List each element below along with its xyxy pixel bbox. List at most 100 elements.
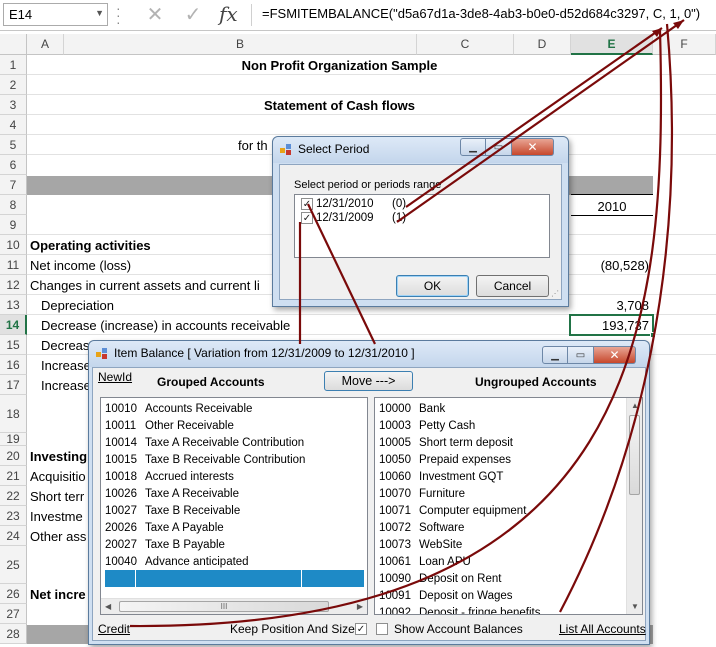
ungrouped-accounts-list[interactable]: 10000 Bank 10003 Petty Cash 10005 Short ter…	[374, 397, 643, 615]
scroll-thumb[interactable]	[629, 415, 640, 495]
scroll-left-icon[interactable]: ◀	[105, 602, 111, 611]
grouped-hscrollbar[interactable]: ◀ III ▶	[101, 598, 367, 614]
close-icon[interactable]: ✕	[512, 138, 554, 156]
list-item[interactable]: 10040 Advance anticipated	[105, 553, 363, 570]
move-button[interactable]: Move --->	[324, 371, 413, 391]
row-header[interactable]: 15	[0, 335, 27, 355]
row-header[interactable]: 10	[0, 235, 27, 255]
list-item[interactable]: 10003 Petty Cash	[379, 417, 622, 434]
row-header[interactable]: 16	[0, 355, 27, 375]
row-header[interactable]: 12	[0, 275, 27, 295]
period-checkbox[interactable]: ✓	[301, 212, 313, 224]
cell-subtitle[interactable]: Statement of Cash flows	[64, 95, 615, 115]
scroll-right-icon[interactable]: ▶	[357, 602, 363, 611]
item-balance-window[interactable]: Item Balance [ Variation from 12/31/2009…	[88, 340, 650, 645]
insert-function-icon[interactable]: fx	[219, 2, 238, 26]
row-header[interactable]: 24	[0, 526, 27, 546]
period-item[interactable]: ✓ 12/31/2010 (0)	[301, 198, 406, 210]
row-header[interactable]: 26	[0, 584, 27, 604]
column-header-d[interactable]: D	[514, 34, 571, 55]
row-header[interactable]: 3	[0, 95, 27, 115]
row-header[interactable]: 23	[0, 506, 27, 526]
row-header[interactable]: 7	[0, 175, 27, 195]
list-item[interactable]: 10060 Investment GQT	[379, 468, 622, 485]
maximize-icon[interactable]: ▭	[486, 138, 512, 156]
list-item[interactable]: 10005 Short term deposit	[379, 434, 622, 451]
list-item[interactable]: 10073 WebSite	[379, 536, 622, 553]
cell-depreciation[interactable]: Depreciation	[41, 295, 241, 315]
list-item[interactable]: 10050 Prepaid expenses	[379, 451, 622, 468]
column-header-f[interactable]: F	[653, 34, 716, 55]
credit-link[interactable]: Credit	[98, 622, 130, 636]
row-header[interactable]: 27	[0, 604, 27, 624]
item-balance-titlebar[interactable]: Item Balance [ Variation from 12/31/2009…	[89, 341, 649, 367]
row-header[interactable]: 20	[0, 446, 27, 466]
cell-row16[interactable]: Increase	[41, 355, 93, 375]
cell-row15[interactable]: Decreas	[41, 335, 93, 355]
select-period-dialog[interactable]: Select Period ▁ ▭ ✕ Select period or per…	[272, 136, 569, 307]
list-item[interactable]: 10072 Software	[379, 519, 622, 536]
scroll-up-icon[interactable]: ▲	[631, 401, 639, 410]
list-item[interactable]: 10092 Deposit - fringe benefits	[379, 604, 622, 615]
select-period-titlebar[interactable]: Select Period ▁ ▭ ✕	[273, 137, 568, 163]
row-header[interactable]: 2	[0, 75, 27, 95]
list-item[interactable]: 20026 Taxe A Payable	[105, 519, 363, 536]
scroll-thumb[interactable]: III	[119, 601, 329, 612]
ok-button[interactable]: OK	[396, 275, 469, 297]
list-item[interactable]: 10026 Taxe A Receivable	[105, 485, 363, 502]
list-item[interactable]: 10070 Furniture	[379, 485, 622, 502]
column-header-c[interactable]: C	[417, 34, 514, 55]
grouped-accounts-list[interactable]: 10010 Accounts Receivable 10011 Other Rece…	[100, 397, 368, 615]
newid-link[interactable]: NewId	[98, 370, 132, 384]
period-checkbox[interactable]: ✓	[301, 198, 313, 210]
active-cell-selection[interactable]	[569, 314, 656, 338]
cell-row23[interactable]: Investme	[30, 506, 90, 526]
row-header[interactable]: 9	[0, 215, 27, 235]
close-icon[interactable]: ✕	[594, 346, 636, 364]
cell-changes[interactable]: Changes in current assets and current li	[30, 275, 270, 295]
chevron-down-icon[interactable]: ▼	[95, 8, 104, 18]
selected-empty-row[interactable]	[105, 570, 364, 587]
cell-depreciation-value[interactable]: 3,708	[571, 295, 649, 315]
list-item[interactable]: 10018 Accrued interests	[105, 468, 363, 485]
list-item[interactable]: 10027 Taxe B Receivable	[105, 502, 363, 519]
row-header[interactable]: 11	[0, 255, 27, 275]
column-header-a[interactable]: A	[27, 34, 64, 55]
cell-year[interactable]: 2010	[571, 196, 653, 216]
minimize-icon[interactable]: ▁	[542, 346, 568, 364]
maximize-icon[interactable]: ▭	[568, 346, 594, 364]
minimize-icon[interactable]: ▁	[460, 138, 486, 156]
list-item[interactable]: 10000 Bank	[379, 400, 622, 417]
row-header[interactable]: 22	[0, 486, 27, 506]
row-header[interactable]: 25	[0, 546, 27, 584]
list-item[interactable]: 10091 Deposit on Wages	[379, 587, 622, 604]
row-header[interactable]: 1	[0, 55, 27, 75]
cell-decrease-ar[interactable]: Decrease (increase) in accounts receivab…	[41, 315, 417, 335]
cell-operating[interactable]: Operating activities	[30, 235, 270, 255]
cell-row21[interactable]: Acquisitio	[30, 466, 90, 486]
cell-investing[interactable]: Investing	[30, 446, 90, 466]
row-header[interactable]: 21	[0, 466, 27, 486]
row-header[interactable]: 4	[0, 115, 27, 135]
enter-icon[interactable]: ✓	[180, 3, 206, 27]
list-item[interactable]: 10071 Computer equipment	[379, 502, 622, 519]
cell-row17[interactable]: Increase	[41, 375, 93, 395]
row-header[interactable]: 6	[0, 155, 27, 175]
period-item[interactable]: ✓ 12/31/2009 (1)	[301, 212, 406, 224]
select-all-corner[interactable]	[0, 34, 27, 55]
list-item[interactable]: 20027 Taxe B Payable	[105, 536, 363, 553]
resize-grip-icon[interactable]: ⋰	[551, 289, 559, 298]
row-header[interactable]: 5	[0, 135, 27, 155]
list-item[interactable]: 10090 Deposit on Rent	[379, 570, 622, 587]
cancel-button[interactable]: Cancel	[476, 275, 549, 297]
list-item[interactable]: 10011 Other Receivable	[105, 417, 363, 434]
row-header-selected[interactable]: 14	[0, 315, 27, 335]
row-header[interactable]: 8	[0, 195, 27, 215]
row-header[interactable]: 18	[0, 395, 27, 433]
cell-row24[interactable]: Other ass	[30, 526, 90, 546]
column-header-b[interactable]: B	[64, 34, 417, 55]
ungrouped-vscrollbar[interactable]: ▲ ▼	[626, 398, 642, 614]
row-header[interactable]: 28	[0, 624, 27, 644]
cell-net-income[interactable]: Net income (loss)	[30, 255, 270, 275]
list-item[interactable]: 10014 Taxe A Receivable Contribution	[105, 434, 363, 451]
